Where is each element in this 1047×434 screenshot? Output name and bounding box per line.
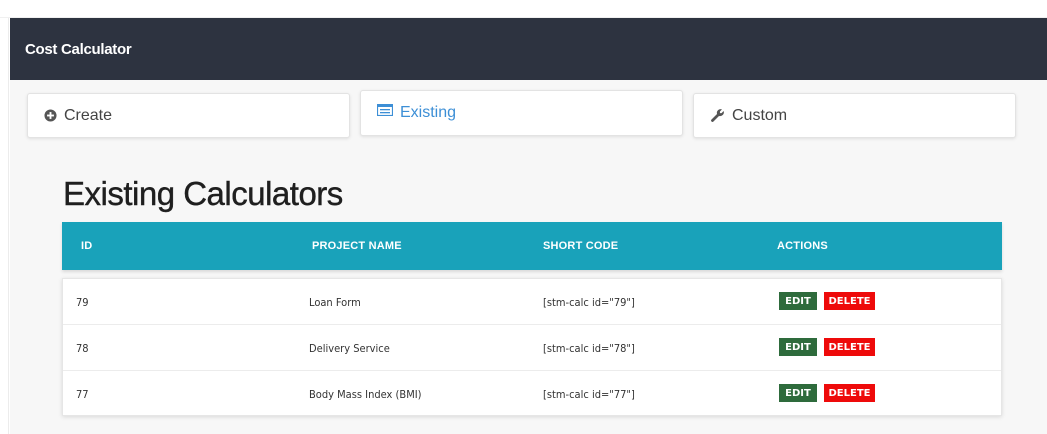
main-content: Create Existing Custom Existing Calculat…: [10, 80, 1047, 434]
row-project-name: Delivery Service: [309, 342, 390, 355]
wrench-icon: [710, 108, 725, 123]
tab-custom[interactable]: Custom: [693, 93, 1016, 138]
page-title: Existing Calculators: [63, 175, 344, 212]
column-header-actions: ACTIONS: [777, 240, 828, 252]
delete-button[interactable]: DELETE: [824, 338, 875, 356]
tab-create[interactable]: Create: [27, 93, 350, 138]
column-header-project-name: PROJECT NAME: [312, 240, 402, 252]
delete-button[interactable]: DELETE: [824, 384, 875, 402]
tab-custom-label: Custom: [732, 106, 788, 124]
list-icon: [377, 104, 393, 116]
calculators-table: 79 Loan Form [stm-calc id="79"] EDIT DEL…: [62, 278, 1002, 416]
edit-button[interactable]: EDIT: [779, 384, 817, 402]
top-strip: [0, 0, 1047, 18]
row-short-code: [stm-calc id="79"]: [543, 296, 635, 309]
tab-existing-label: Existing: [400, 104, 457, 121]
column-header-short-code: SHORT CODE: [543, 240, 619, 252]
row-short-code: [stm-calc id="77"]: [543, 388, 635, 401]
table-row: 79 Loan Form [stm-calc id="79"] EDIT DEL…: [63, 279, 1001, 325]
row-id: 79: [76, 296, 89, 309]
table-row: 77 Body Mass Index (BMI) [stm-calc id="7…: [63, 371, 1001, 417]
tab-create-label: Create: [64, 106, 113, 124]
edit-button[interactable]: EDIT: [779, 338, 817, 356]
row-project-name: Body Mass Index (BMI): [309, 388, 422, 401]
table-row: 78 Delivery Service [stm-calc id="78"] E…: [63, 325, 1001, 371]
row-id: 78: [76, 342, 89, 355]
edit-button[interactable]: EDIT: [779, 292, 817, 310]
app-title: Cost Calculator: [25, 40, 132, 58]
column-header-id: ID: [81, 240, 93, 252]
delete-button[interactable]: DELETE: [824, 292, 875, 310]
left-border: [0, 18, 9, 434]
row-project-name: Loan Form: [309, 296, 361, 309]
table-header: ID PROJECT NAME SHORT CODE ACTIONS: [62, 222, 1002, 270]
row-short-code: [stm-calc id="78"]: [543, 342, 635, 355]
plus-circle-icon: [44, 109, 57, 122]
row-id: 77: [76, 388, 89, 401]
tab-existing[interactable]: Existing: [360, 90, 683, 136]
app-header: Cost Calculator: [10, 18, 1047, 80]
